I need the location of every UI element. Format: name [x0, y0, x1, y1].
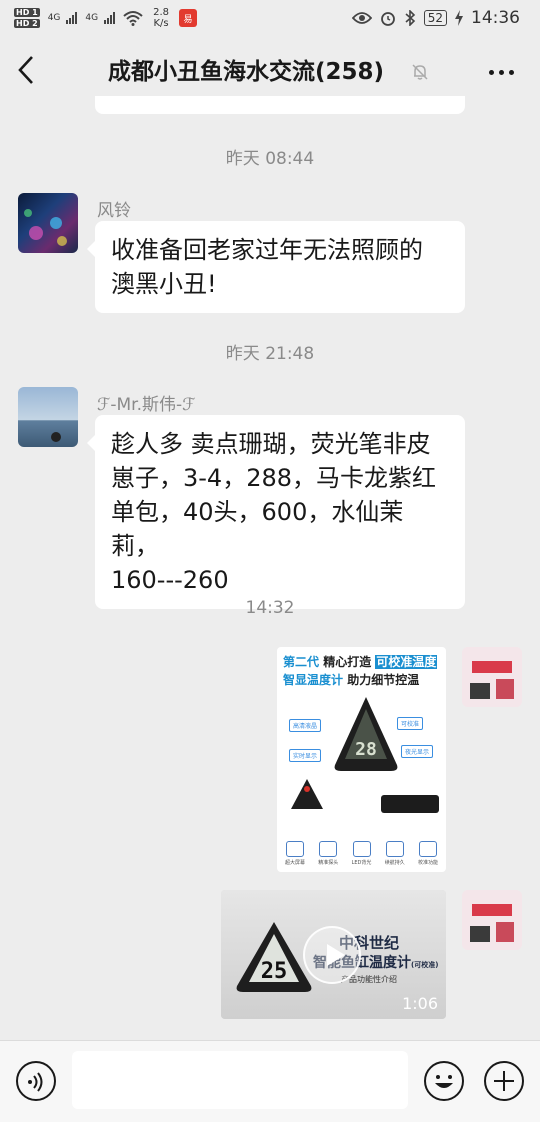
previous-message-bubble[interactable]	[95, 96, 465, 114]
sender-name: 风铃	[97, 201, 131, 221]
battery-icon: 52	[423, 10, 447, 26]
feature-item: 精准探头	[316, 841, 340, 866]
thermometer-reading: 28	[355, 739, 377, 760]
coral-photo	[24, 209, 67, 246]
sea-photo	[51, 432, 61, 442]
avatar[interactable]	[18, 387, 78, 447]
thermometer-small-image	[291, 779, 323, 809]
input-bar	[0, 1040, 540, 1122]
feature-icons-row: 超大屏幕 精准探头 LED背光 续航持久 校准功能	[283, 841, 440, 866]
avatar[interactable]	[18, 193, 78, 253]
video-message[interactable]: 25 中科世纪 智能鱼缸温度计(可校准) 产品功能性介绍 1:06	[221, 890, 446, 1019]
feature-item: 校准功能	[416, 841, 440, 866]
feature-item: 超大屏幕	[283, 841, 307, 866]
image-subheadline: 智显温度计 助力细节控温	[283, 673, 420, 687]
plus-button[interactable]	[484, 1061, 524, 1101]
network-speed: 2.8 K/s	[153, 7, 169, 29]
signal-icon	[66, 12, 78, 24]
message-timestamp: 14:32	[245, 598, 295, 618]
message-input[interactable]	[72, 1051, 408, 1109]
feature-item: LED背光	[350, 841, 374, 866]
signal-icon	[104, 12, 116, 24]
network-type-1: 4G	[47, 13, 61, 23]
voice-icon	[28, 1072, 43, 1092]
feature-tag: 高清液晶	[289, 719, 322, 732]
alarm-icon	[380, 12, 395, 26]
feature-tag: 实时显示	[289, 749, 322, 762]
promo-thumbnail	[462, 890, 522, 950]
message-bubble[interactable]: 趁人多 卖点珊瑚，荧光笔非皮 崽子，3-4，288，马卡龙紫红 单包，40头，6…	[87, 415, 465, 609]
image-headline: 第二代 精心打造 可校准温度	[283, 655, 438, 669]
message-bubble[interactable]: 收准备回老家过年无法照顾的 澳黑小丑!	[87, 221, 465, 313]
more-dots-icon	[489, 70, 494, 75]
network-type-2: 4G	[85, 13, 99, 23]
sim-indicator: HD 1 HD 2	[14, 8, 40, 28]
status-bar: HD 1 HD 2 4G 4G 2.8 K/s 易 52 14:36	[0, 0, 540, 36]
video-duration: 1:06	[402, 994, 438, 1013]
eye-icon	[351, 12, 372, 24]
image-message[interactable]: 第二代 精心打造 可校准温度 智显温度计 助力细节控温 高清液晶 实时显示 可校…	[277, 647, 446, 872]
charging-icon	[455, 10, 463, 26]
app-notification-icon: 易	[179, 9, 197, 27]
message-timestamp: 昨天 21:48	[225, 344, 315, 364]
emoji-button[interactable]	[424, 1061, 464, 1101]
my-avatar[interactable]	[462, 647, 522, 707]
more-button[interactable]	[489, 70, 514, 75]
emoji-icon	[435, 1075, 453, 1088]
thermometer-image: 28	[334, 697, 398, 771]
dock-image	[381, 795, 439, 813]
bell-off-icon	[412, 64, 428, 80]
feature-tag: 可校准	[397, 717, 424, 730]
feature-tag: 夜光显示	[401, 745, 434, 758]
promo-thumbnail	[462, 647, 522, 707]
voice-button[interactable]	[16, 1061, 56, 1101]
back-button[interactable]	[16, 54, 46, 90]
thermometer-reading: 25	[261, 959, 288, 984]
wifi-icon	[123, 11, 143, 26]
chevron-left-icon	[18, 56, 33, 84]
message-timestamp: 昨天 08:44	[225, 149, 315, 169]
play-button[interactable]	[303, 926, 361, 984]
my-avatar[interactable]	[462, 890, 522, 950]
clock: 14:36	[471, 8, 520, 28]
thermometer-image: 25	[236, 922, 312, 992]
bluetooth-icon	[405, 10, 415, 26]
chat-title: 成都小丑鱼海水交流(258)	[108, 59, 385, 85]
feature-item: 续航持久	[383, 841, 407, 866]
sender-name: ℱ-Mr.斯伟-ℱ	[97, 395, 196, 415]
